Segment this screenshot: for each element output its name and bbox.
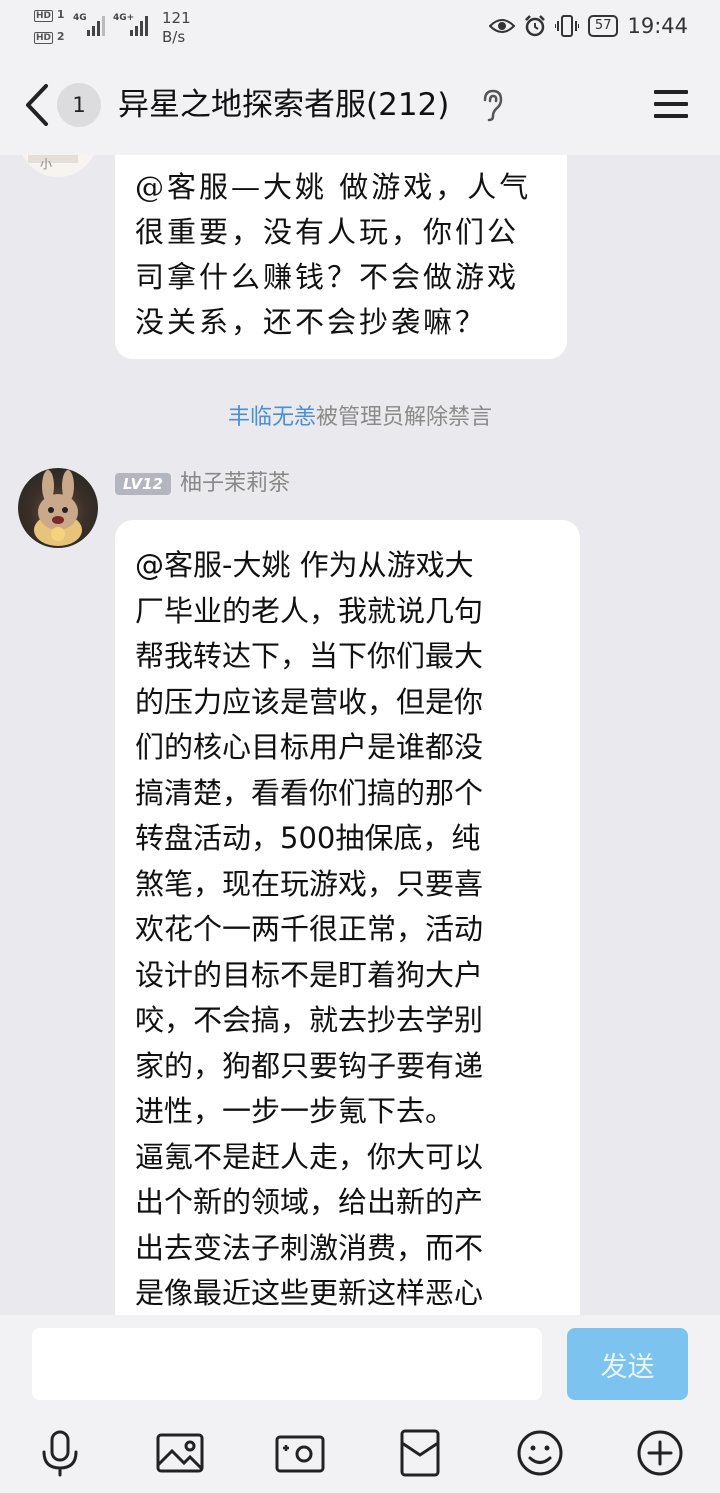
clock: 19:44 [627, 14, 688, 38]
message-input[interactable] [32, 1328, 542, 1400]
status-right: 57 19:44 [488, 14, 688, 38]
camera-icon[interactable] [274, 1427, 326, 1479]
vibrate-icon [554, 15, 579, 37]
sender-name[interactable]: 柚子茉莉茶 [180, 469, 290, 499]
avatar[interactable]: 小 [18, 155, 98, 177]
battery-indicator: 57 [587, 15, 619, 37]
sim1-indicator: HD 1 [34, 8, 65, 22]
svg-text:小: 小 [40, 157, 52, 171]
network-speed: 121 B/s [162, 9, 191, 46]
emoji-icon[interactable] [514, 1427, 566, 1479]
input-bar: 发送 [0, 1315, 720, 1493]
microphone-icon[interactable] [34, 1427, 86, 1479]
message-list[interactable]: 小 @客服—大姚 做游戏，人气 很重要，没有人玩，你们公 司拿什么赚钱？不会做游… [0, 155, 720, 1315]
unread-count-badge[interactable]: 1 [57, 83, 101, 127]
message-bubble[interactable]: @客服—大姚 做游戏，人气 很重要，没有人玩，你们公 司拿什么赚钱？不会做游戏 … [115, 155, 567, 359]
signal-icon [87, 14, 107, 36]
ear-icon[interactable] [480, 88, 504, 122]
level-badge: LV12 [115, 473, 171, 495]
network-type-1: 4G [73, 13, 87, 23]
message-bubble[interactable]: @客服-大姚 作为从游戏大 厂毕业的老人，我就说几句 帮我转达下，当下你们最大 … [115, 520, 580, 1315]
send-button[interactable]: 发送 [567, 1328, 688, 1400]
sim2-indicator: HD 2 [34, 30, 65, 44]
menu-icon[interactable] [654, 88, 690, 120]
plus-icon[interactable] [634, 1427, 686, 1479]
signal-icon [130, 14, 150, 36]
back-arrow-icon[interactable] [22, 82, 52, 128]
alarm-icon [525, 15, 545, 37]
group-title: 异星之地探索者服(212) [118, 87, 450, 123]
avatar[interactable] [18, 468, 98, 548]
chat-header: 1 异星之地探索者服(212) [0, 58, 720, 155]
notice-text: 被管理员解除禁言 [316, 405, 493, 430]
red-packet-icon[interactable] [394, 1427, 446, 1479]
notice-username-link[interactable]: 丰临无恙 [228, 405, 316, 430]
eye-icon [488, 19, 515, 33]
system-notice: 丰临无恙被管理员解除禁言 [0, 399, 720, 431]
image-icon[interactable] [154, 1427, 206, 1479]
status-bar: HD 1 HD 2 4G 4G+ 121 B/s 57 19:44 [0, 0, 720, 58]
